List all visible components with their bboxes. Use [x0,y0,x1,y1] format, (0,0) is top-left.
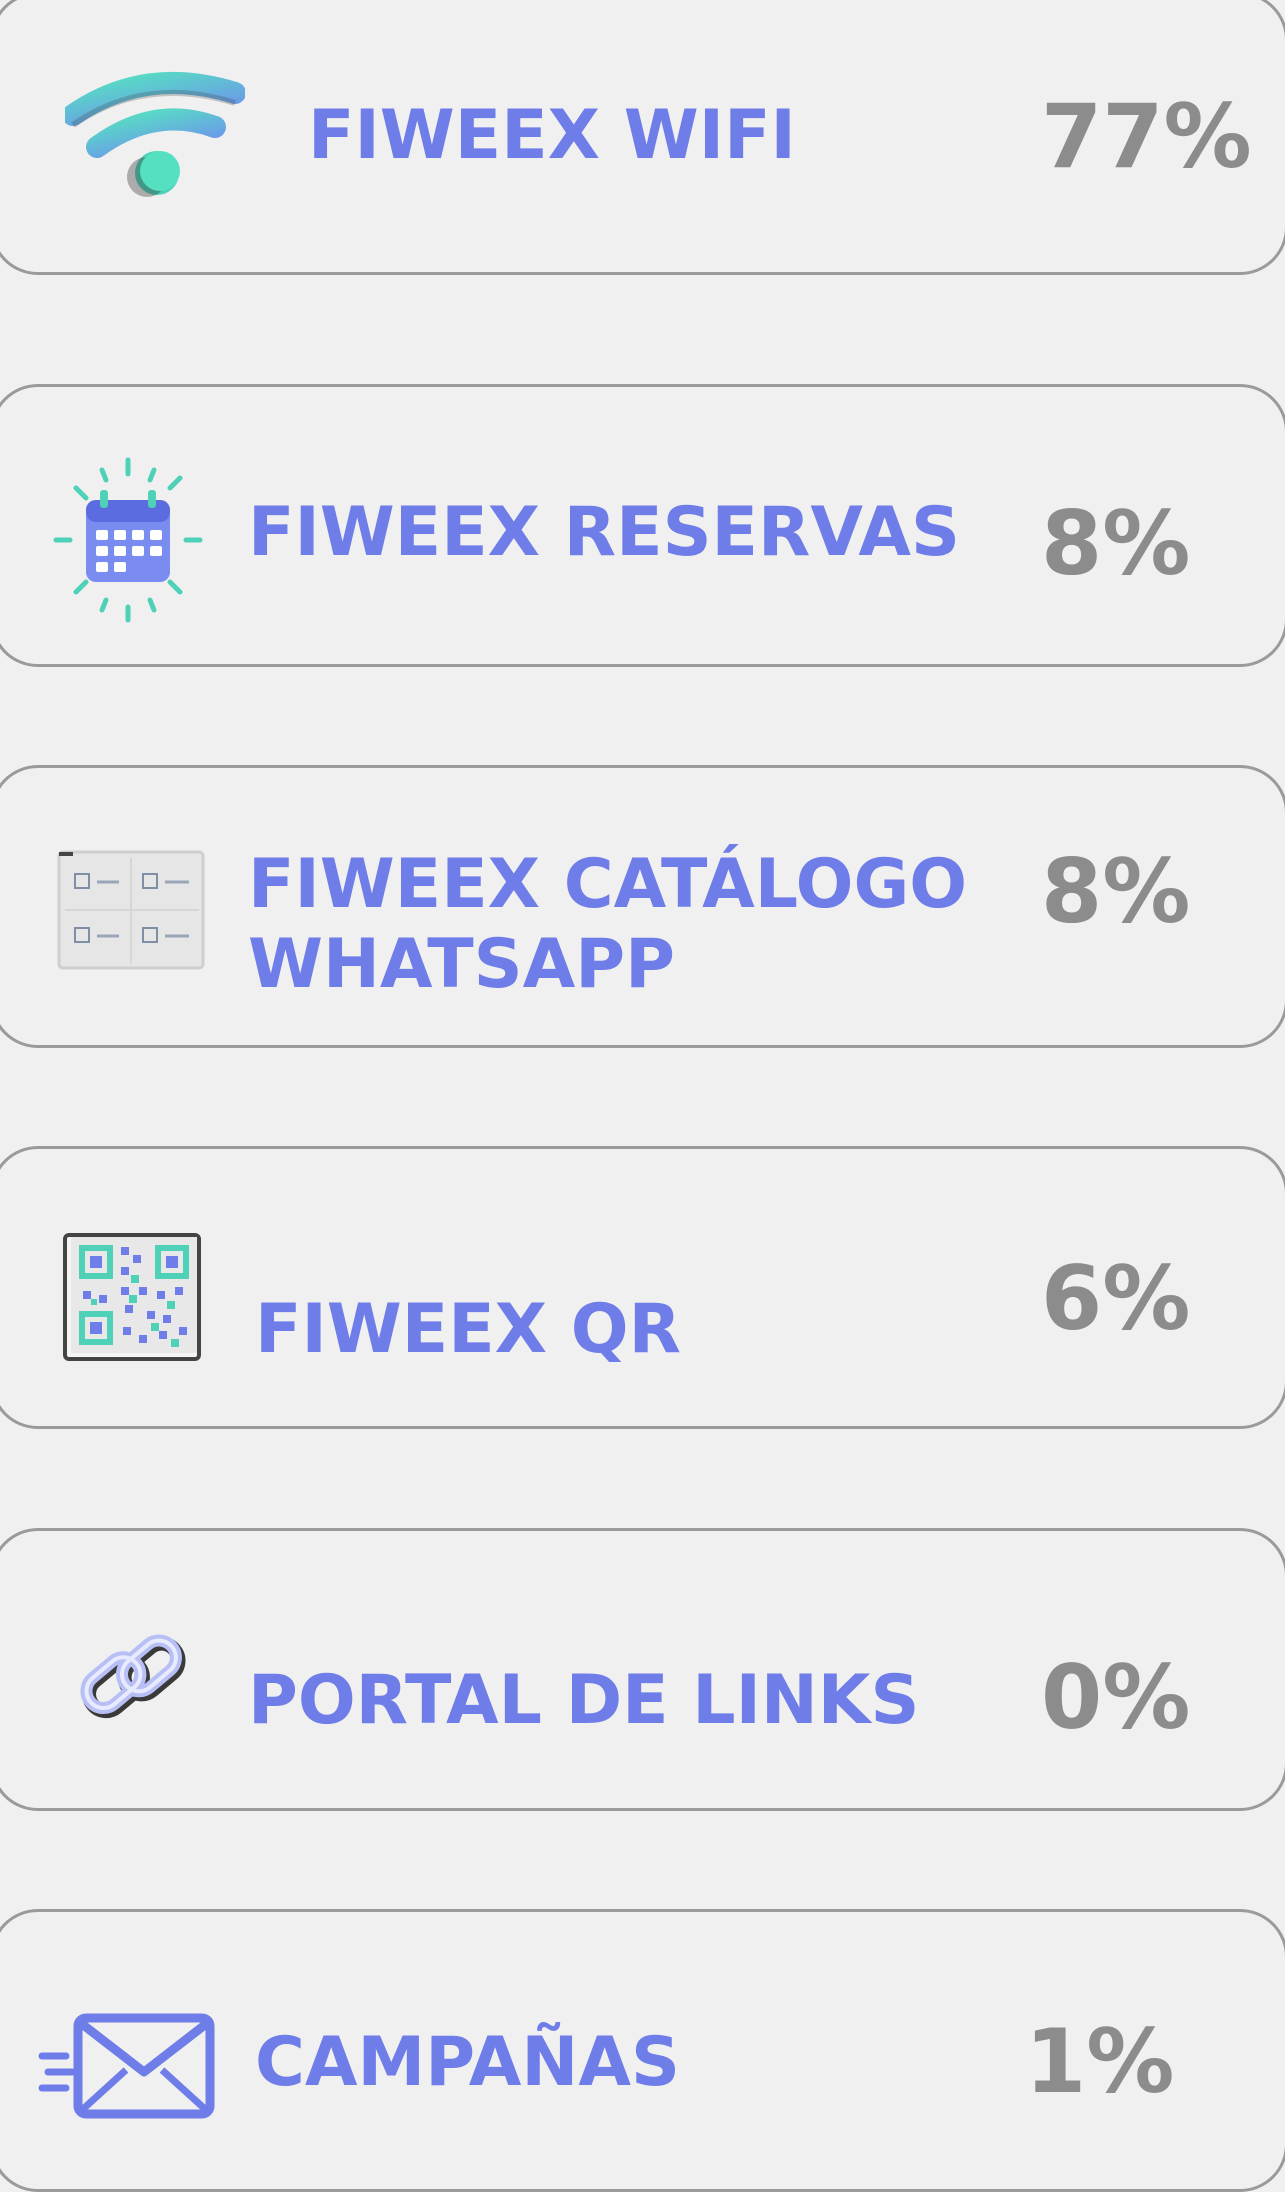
module-card-catalogo[interactable]: FIWEEX CATÁLOGO WHATSAPP 8% [0,765,1285,1048]
link-icon [80,1634,186,1719]
catalog-icon [57,850,205,970]
usage-percent: 1% [1025,2010,1175,2113]
module-label-line2: WHATSAPP [248,925,675,1004]
module-label: FIWEEX QR [255,1290,681,1369]
usage-percent: 0% [1041,1646,1191,1749]
module-label: FIWEEX RESERVAS [248,493,960,572]
envelope-icon [38,2013,215,2119]
module-label: PORTAL DE LINKS [248,1661,920,1740]
usage-percent: 77% [1041,85,1252,188]
module-card-reservas[interactable]: FIWEEX RESERVAS 8% [0,384,1285,667]
wifi-icon [65,71,245,197]
module-card-campanas[interactable]: CAMPAÑAS 1% [0,1909,1285,2192]
module-label: CAMPAÑAS [255,2023,680,2102]
calendar-icon [53,457,203,623]
usage-percent: 8% [1041,840,1191,943]
usage-percent: 6% [1041,1247,1191,1350]
module-card-links[interactable]: PORTAL DE LINKS 0% [0,1528,1285,1811]
module-card-wifi[interactable]: FIWEEX WIFI 77% [0,0,1285,275]
usage-percent: 8% [1041,492,1191,595]
module-label: FIWEEX WIFI [308,96,796,175]
qr-code-icon [63,1233,201,1361]
module-label-line1: FIWEEX CATÁLOGO [248,845,968,924]
module-card-qr[interactable]: FIWEEX QR 6% [0,1146,1285,1429]
